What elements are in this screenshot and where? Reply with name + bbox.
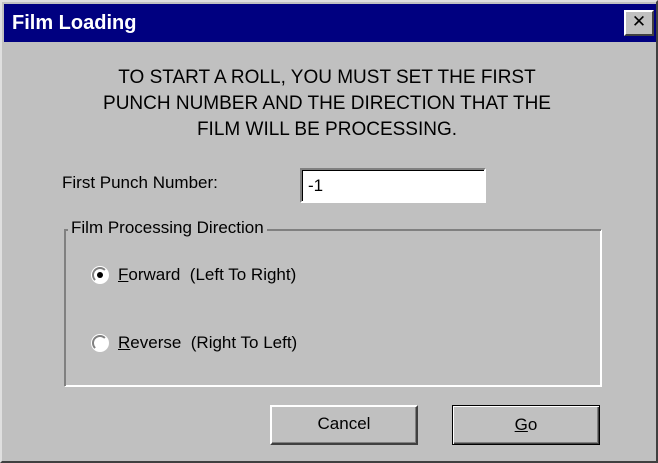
window-title: Film Loading xyxy=(12,12,137,34)
cancel-button[interactable]: Cancel xyxy=(270,405,418,445)
group-legend: Film Processing Direction xyxy=(68,217,267,239)
radio-button-icon[interactable] xyxy=(92,267,108,283)
instruction-message: TO START A ROLL, YOU MUST SET THE FIRST … xyxy=(103,67,551,140)
radio-selected-dot-icon xyxy=(97,272,103,278)
close-icon: ✕ xyxy=(631,12,647,32)
film-loading-dialog: Film Loading ✕ TO START A ROLL, YOU MUST… xyxy=(0,0,658,463)
film-processing-direction-group xyxy=(64,229,602,387)
first-punch-number-label: First Punch Number: xyxy=(62,173,218,192)
title-bar[interactable]: Film Loading ✕ xyxy=(4,4,656,42)
first-punch-number-input[interactable] xyxy=(300,168,486,203)
radio-forward[interactable]: Forward (Left To Right) xyxy=(92,264,296,286)
radio-forward-label: Forward (Left To Right) xyxy=(118,265,297,284)
close-button[interactable]: ✕ xyxy=(624,10,654,36)
radio-button-icon[interactable] xyxy=(92,335,108,351)
go-button[interactable]: Go xyxy=(452,405,600,445)
radio-reverse[interactable]: Reverse (Right To Left) xyxy=(92,332,297,354)
radio-reverse-label: Reverse (Right To Left) xyxy=(118,333,298,352)
